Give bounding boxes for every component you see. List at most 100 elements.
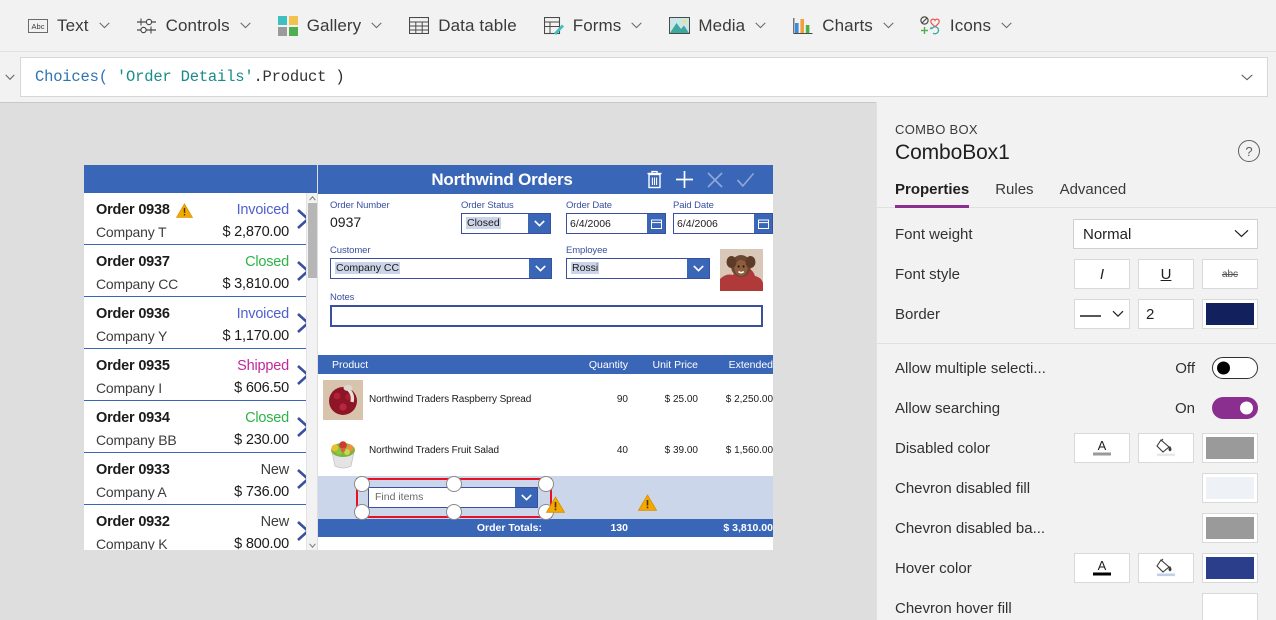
paid-date-input[interactable]: 6/4/2006: [673, 213, 773, 234]
gallery-row-order-0938[interactable]: Order 0938 Invoiced Company T $ 2,870.00: [84, 193, 317, 245]
italic-button[interactable]: I: [1074, 259, 1130, 289]
warning-icon[interactable]: [175, 202, 193, 218]
chevron-down-icon[interactable]: [528, 214, 550, 233]
ribbon-item-gallery[interactable]: Gallery: [264, 6, 396, 46]
property-label: Allow searching: [895, 399, 1001, 417]
resize-handle-top-right[interactable]: [538, 476, 554, 492]
border-thickness-input[interactable]: 2: [1138, 299, 1194, 329]
ribbon-item-data-table[interactable]: Data table: [395, 6, 530, 46]
ribbon-item-forms[interactable]: Forms: [530, 6, 656, 46]
border-style-dropdown[interactable]: [1074, 299, 1130, 329]
disabled-color-button[interactable]: [1202, 433, 1258, 463]
customer-dropdown[interactable]: Company CC: [330, 258, 552, 279]
forms-icon: [543, 15, 565, 37]
chevron-down-icon[interactable]: [529, 259, 551, 278]
warning-icon[interactable]: [545, 496, 566, 518]
toggle-knob: [1217, 361, 1230, 375]
fill-color-icon[interactable]: [1138, 433, 1194, 463]
canvas-surface[interactable]: Order 0938 Invoiced Company T $ 2,870.00 Ord…: [14, 103, 862, 620]
property-label: Disabled color: [895, 439, 991, 457]
resize-handle-top-center[interactable]: [446, 476, 462, 492]
formula-input[interactable]: Choices( 'Order Details'.Product ): [20, 57, 1268, 97]
allow-searching-toggle[interactable]: [1212, 397, 1258, 419]
form-title-bar: Northwind Orders: [318, 165, 773, 194]
ribbon-item-label: Charts: [822, 15, 873, 35]
scroll-down-arrow-icon[interactable]: [307, 540, 317, 550]
field-label: Order Date: [566, 200, 612, 211]
fill-color-icon[interactable]: [1138, 553, 1194, 583]
table-row[interactable]: Northwind Traders Raspberry Spread 90 $ …: [318, 374, 773, 425]
ribbon-item-icons[interactable]: Icons: [907, 6, 1025, 46]
property-label: Chevron hover fill: [895, 599, 1012, 617]
calendar-icon[interactable]: [647, 214, 665, 233]
form-actions: [646, 170, 763, 189]
property-label: Font weight: [895, 225, 973, 243]
chevron-down-icon: [755, 22, 766, 29]
chevron-disabled-fill-button[interactable]: [1202, 473, 1258, 503]
resize-handle-top-left[interactable]: [354, 476, 370, 492]
gallery-row-order-0934[interactable]: Order 0934 Closed Company BB $ 230.00: [84, 401, 317, 453]
scroll-up-arrow-icon[interactable]: [307, 193, 317, 203]
quantity-cell: 40: [616, 445, 628, 456]
chevron-down-icon: [883, 22, 894, 29]
chevron-hover-fill-button[interactable]: [1202, 593, 1258, 620]
order-status-dropdown[interactable]: Closed: [461, 213, 551, 234]
underline-button[interactable]: U: [1138, 259, 1194, 289]
tab-advanced[interactable]: Advanced: [1060, 181, 1127, 207]
resize-handle-bottom-center[interactable]: [446, 504, 462, 520]
order-amount: $ 1,170.00: [222, 328, 289, 344]
properties-panel: COMBO BOX ComboBox1 ? Properties Rules A…: [876, 102, 1276, 620]
solid-line-icon: [1080, 305, 1102, 323]
cancel-icon[interactable]: [706, 171, 724, 189]
order-status: New: [260, 514, 290, 530]
allow-multiple-selection-toggle[interactable]: [1212, 357, 1258, 379]
property-controls: A: [1074, 553, 1258, 583]
hover-color-button[interactable]: [1202, 553, 1258, 583]
tab-rules[interactable]: Rules: [995, 181, 1033, 207]
product-name: Northwind Traders Fruit Salad: [369, 445, 499, 456]
table-row[interactable]: Northwind Traders Fruit Salad 40 $ 39.00…: [318, 425, 773, 476]
warning-icon[interactable]: [637, 494, 658, 516]
chevron-down-icon[interactable]: [687, 259, 709, 278]
resize-handle-bottom-left[interactable]: [354, 504, 370, 520]
border-color-button[interactable]: [1202, 299, 1258, 329]
chevron-down-icon: [1001, 22, 1012, 29]
product-thumbnail-raspberry-spread: [323, 379, 363, 420]
font-color-icon[interactable]: A: [1074, 433, 1130, 463]
gallery-row-order-0936[interactable]: Order 0936 Invoiced Company Y $ 1,170.00: [84, 297, 317, 349]
order-date-input[interactable]: 6/4/2006: [566, 213, 666, 234]
ribbon-item-charts[interactable]: Charts: [779, 6, 907, 46]
gallery-row-order-0937[interactable]: Order 0937 Closed Company CC $ 3,810.00: [84, 245, 317, 297]
gallery-row-order-0933[interactable]: Order 0933 New Company A $ 736.00: [84, 453, 317, 505]
save-icon[interactable]: [736, 171, 755, 189]
gallery-row-order-0932[interactable]: Order 0932 New Company K $ 800.00: [84, 505, 317, 550]
calendar-icon[interactable]: [754, 214, 772, 233]
orders-gallery[interactable]: Order 0938 Invoiced Company T $ 2,870.00 Ord…: [84, 165, 317, 550]
notes-input[interactable]: [330, 305, 763, 327]
new-item-row: Find items: [318, 476, 773, 520]
gallery-scroll-thumb[interactable]: [308, 203, 317, 278]
tab-properties[interactable]: Properties: [895, 181, 970, 208]
selected-combobox-container[interactable]: Find items: [354, 476, 554, 520]
employee-dropdown[interactable]: Rossi: [566, 258, 710, 279]
ribbon-item-controls[interactable]: Controls: [123, 6, 264, 46]
chevron-disabled-background-button[interactable]: [1202, 513, 1258, 543]
ribbon-item-media[interactable]: Media: [655, 6, 779, 46]
ribbon-item-text[interactable]: Abc Text: [14, 6, 123, 46]
properties-rows: Font weight Normal Font style I U abc Bo…: [877, 208, 1276, 620]
field-order-status: Order Status Closed: [461, 200, 551, 234]
formula-expand-chevron-down-icon[interactable]: [1237, 70, 1257, 84]
gallery-row-order-0935[interactable]: Order 0935 Shipped Company I $ 606.50: [84, 349, 317, 401]
paid-date-value: 6/4/2006: [677, 217, 718, 230]
field-label: Paid Date: [673, 200, 714, 211]
chevron-down-icon: [1112, 305, 1124, 323]
question-mark-icon[interactable]: ?: [1238, 140, 1260, 162]
font-color-icon[interactable]: A: [1074, 553, 1130, 583]
strikethrough-button[interactable]: abc: [1202, 259, 1258, 289]
icons-shapes-icon: [920, 15, 942, 37]
font-weight-dropdown[interactable]: Normal: [1073, 219, 1258, 249]
add-icon[interactable]: [675, 170, 694, 189]
gallery-scrollbar[interactable]: [306, 193, 317, 550]
delete-icon[interactable]: [646, 170, 663, 189]
property-selector-chevron-down-icon[interactable]: [0, 52, 20, 102]
